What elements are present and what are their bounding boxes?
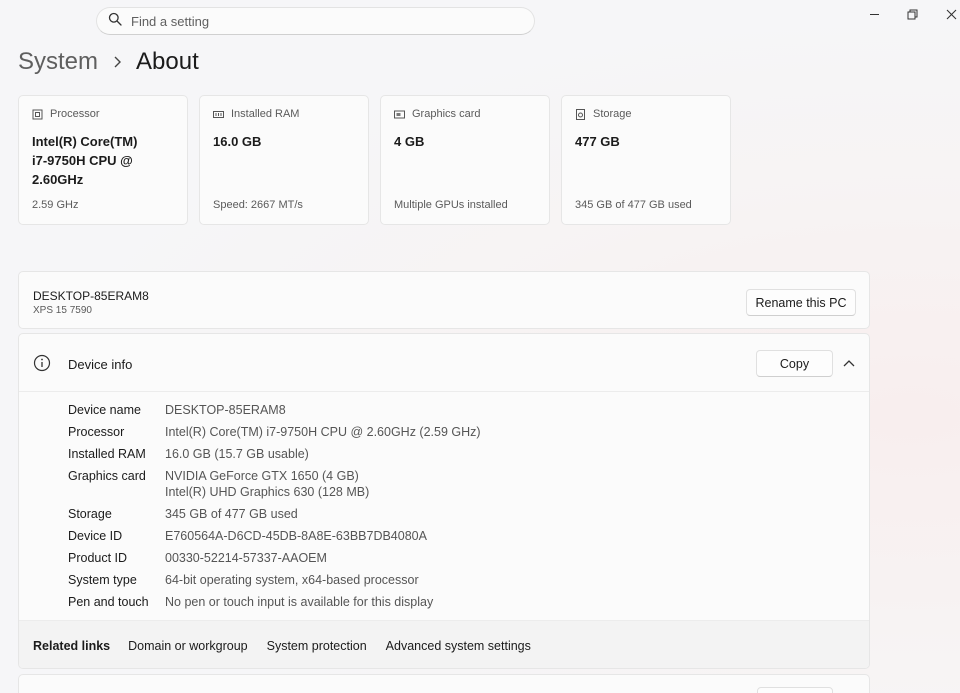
storage-card: Storage 477 GB 345 GB of 477 GB used [561, 95, 731, 225]
restore-button[interactable] [893, 0, 931, 28]
device-info-title: Device info [68, 357, 133, 372]
card-label: Installed RAM [231, 108, 300, 120]
breadcrumb: System About [18, 48, 199, 76]
cpu-icon [32, 109, 43, 119]
card-label: Processor [50, 108, 100, 120]
spec-value: E760564A-D6CD-45DB-8A8E-63BB7DB4080A [165, 529, 427, 543]
spec-key: Processor [68, 425, 125, 439]
spec-value: 345 GB of 477 GB used [165, 507, 298, 521]
spec-key: System type [68, 573, 137, 587]
card-sub: 2.59 GHz [32, 199, 79, 211]
spec-value: No pen or touch input is available for t… [165, 595, 434, 609]
card-value: 16.0 GB [213, 134, 262, 149]
card-value: 477 GB [575, 134, 620, 149]
card-value: 4 GB [394, 134, 425, 149]
domain-workgroup-link[interactable]: Domain or workgroup [128, 639, 248, 653]
graphics-card: Graphics card 4 GB Multiple GPUs install… [380, 95, 550, 225]
spec-key: Device name [68, 403, 141, 417]
device-info-panel: Device info Copy Device name DESKTOP-85ER… [18, 333, 870, 669]
spec-value: 64-bit operating system, x64-based proce… [165, 573, 419, 587]
storage-icon [576, 108, 585, 120]
ram-icon [213, 110, 224, 118]
card-value: Intel(R) Core(TM) i7-9750H CPU @ 2.60GHz [32, 134, 138, 187]
spec-row: Graphics card NVIDIA GeForce GTX 1650 (4 … [68, 468, 481, 500]
spec-value: 00330-52214-57337-AAOEM [165, 551, 327, 565]
spec-value: NVIDIA GeForce GTX 1650 (4 GB) Intel(R) U… [165, 468, 369, 500]
card-label: Storage [593, 108, 632, 120]
gpu-icon [394, 110, 405, 118]
spec-row: Processor Intel(R) Core(TM) i7-9750H CPU … [68, 424, 481, 440]
pc-name-panel: DESKTOP-85ERAM8 XPS 15 7590 Rename this … [18, 271, 870, 329]
spec-key: Storage [68, 507, 112, 521]
spec-value: DESKTOP-85ERAM8 [165, 403, 286, 417]
spec-row: Storage 345 GB of 477 GB used [68, 506, 481, 522]
breadcrumb-parent[interactable]: System [18, 48, 98, 76]
spec-row: System type 64-bit operating system, x64-… [68, 572, 481, 588]
pc-name: DESKTOP-85ERAM8 [33, 289, 149, 303]
spec-key: Pen and touch [68, 595, 149, 609]
search-box[interactable] [96, 7, 535, 35]
card-sub: Speed: 2667 MT/s [213, 199, 303, 211]
page-title: About [136, 48, 199, 75]
copy-button[interactable]: Copy [756, 350, 833, 377]
next-section-button[interactable] [757, 687, 833, 693]
card-sub: 345 GB of 477 GB used [575, 199, 692, 211]
restore-icon [907, 9, 917, 19]
spec-key: Graphics card [68, 469, 146, 483]
spec-key: Device ID [68, 529, 123, 543]
processor-card: Processor Intel(R) Core(TM) i7-9750H CPU… [18, 95, 188, 225]
spec-value: Intel(R) Core(TM) i7-9750H CPU @ 2.60GHz… [165, 425, 481, 439]
close-button[interactable] [932, 0, 960, 28]
ram-card: Installed RAM 16.0 GB Speed: 2667 MT/s [199, 95, 369, 225]
spec-row: Device name DESKTOP-85ERAM8 [68, 402, 481, 418]
search-icon [108, 12, 122, 31]
pc-model: XPS 15 7590 [33, 305, 92, 316]
related-links-label: Related links [33, 638, 111, 653]
spec-row: Installed RAM 16.0 GB (15.7 GB usable) [68, 446, 481, 462]
minimize-icon [869, 13, 879, 15]
card-label: Graphics card [412, 108, 481, 120]
spec-key: Product ID [68, 551, 128, 565]
spec-key: Installed RAM [68, 447, 146, 461]
minimize-button[interactable] [855, 0, 893, 28]
spec-row: Device ID E760564A-D6CD-45DB-8A8E-63BB7DB… [68, 528, 481, 544]
card-sub: Multiple GPUs installed [394, 199, 508, 211]
chevron-right-icon [112, 56, 122, 68]
spec-value-line: NVIDIA GeForce GTX 1650 (4 GB) [165, 469, 359, 483]
search-input[interactable] [131, 13, 511, 29]
advanced-system-settings-link[interactable]: Advanced system settings [386, 639, 531, 653]
next-section-panel [18, 674, 870, 693]
device-info-header[interactable]: Device info Copy [19, 334, 869, 392]
info-icon [33, 354, 51, 372]
spec-row: Pen and touch No pen or touch input is av… [68, 594, 481, 610]
related-links-bar: Related links Domain or workgroup System… [19, 620, 869, 668]
spec-row: Product ID 00330-52214-57337-AAOEM [68, 550, 481, 566]
close-icon [946, 9, 956, 19]
spec-value-line: Intel(R) UHD Graphics 630 (128 MB) [165, 485, 370, 499]
rename-pc-button[interactable]: Rename this PC [746, 289, 856, 316]
spec-value: 16.0 GB (15.7 GB usable) [165, 447, 309, 461]
system-protection-link[interactable]: System protection [267, 639, 367, 653]
device-spec-list: Device name DESKTOP-85ERAM8 Processor Inte… [68, 402, 481, 616]
chevron-up-icon[interactable] [843, 358, 855, 368]
